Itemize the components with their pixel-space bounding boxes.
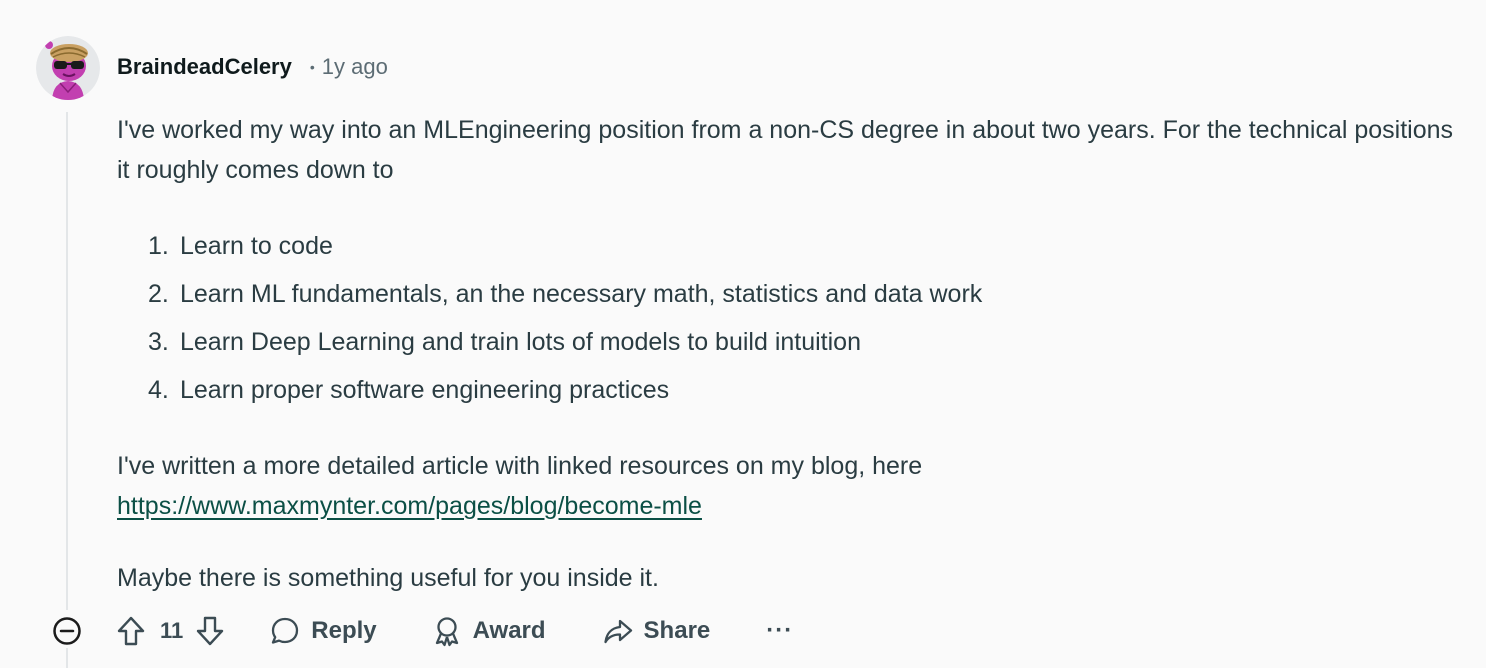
arrow-up-icon (117, 616, 145, 646)
username[interactable]: BraindeadCelery (117, 54, 292, 80)
more-options-button[interactable]: ··· (766, 617, 793, 645)
list-text: Learn Deep Learning and train lots of mo… (180, 328, 861, 356)
blog-text: I've written a more detailed article wit… (117, 452, 923, 480)
award-label: Award (472, 617, 546, 644)
award-button[interactable]: Award (431, 615, 546, 647)
share-label: Share (643, 617, 711, 644)
collapse-button[interactable] (52, 616, 82, 646)
list-text: Learn proper software engineering practi… (180, 376, 670, 404)
list-number: 1. (148, 232, 169, 260)
list-text: Learn ML fundamentals, an the necessary … (180, 280, 983, 308)
comment-action-bar: 11 Reply Award Share ··· (52, 610, 793, 652)
list-item: 1. Learn to code (117, 222, 1457, 270)
snoo-avatar-icon (36, 36, 100, 100)
share-button[interactable]: Share (602, 615, 711, 647)
list-number: 2. (148, 280, 169, 308)
avatar[interactable] (36, 36, 100, 100)
ordered-list: 1. Learn to code 2. Learn ML fundamentals,… (117, 222, 1457, 414)
reply-button[interactable]: Reply (269, 615, 377, 647)
downvote-button[interactable] (195, 615, 225, 647)
ribbon-icon (435, 617, 458, 647)
arrow-down-icon (197, 616, 224, 646)
blog-link[interactable]: https://www.maxmynter.com/pages/blog/bec… (117, 492, 702, 520)
minus-circle-icon (53, 617, 81, 645)
vote-count: 11 (160, 618, 184, 643)
list-text: Learn to code (180, 232, 333, 260)
list-number: 3. (148, 328, 169, 356)
speech-bubble-icon (272, 617, 299, 644)
comment-paragraph: I've written a more detailed article wit… (117, 446, 1457, 526)
list-item: 4. Learn proper software engineering prac… (117, 366, 1457, 414)
list-item: 3. Learn Deep Learning and train lots of … (117, 318, 1457, 366)
comment-header: BraindeadCelery • 1y ago (117, 52, 388, 82)
comment-body: I've worked my way into an MLEngineering… (117, 110, 1457, 598)
ellipsis-icon: ··· (766, 617, 794, 644)
vote-group: 11 (116, 615, 225, 647)
list-number: 4. (148, 376, 169, 404)
thread-line[interactable] (66, 112, 68, 610)
share-arrow-icon (603, 619, 632, 644)
reply-label: Reply (311, 617, 377, 644)
upvote-button[interactable] (116, 615, 146, 647)
comment-paragraph: Maybe there is something useful for you … (117, 564, 659, 592)
list-item: 2. Learn ML fundamentals, an the necessar… (117, 270, 1457, 318)
timestamp[interactable]: 1y ago (322, 54, 388, 80)
comment-paragraph: I've worked my way into an MLEngineering… (117, 116, 1454, 184)
meta-separator: • (309, 59, 315, 75)
